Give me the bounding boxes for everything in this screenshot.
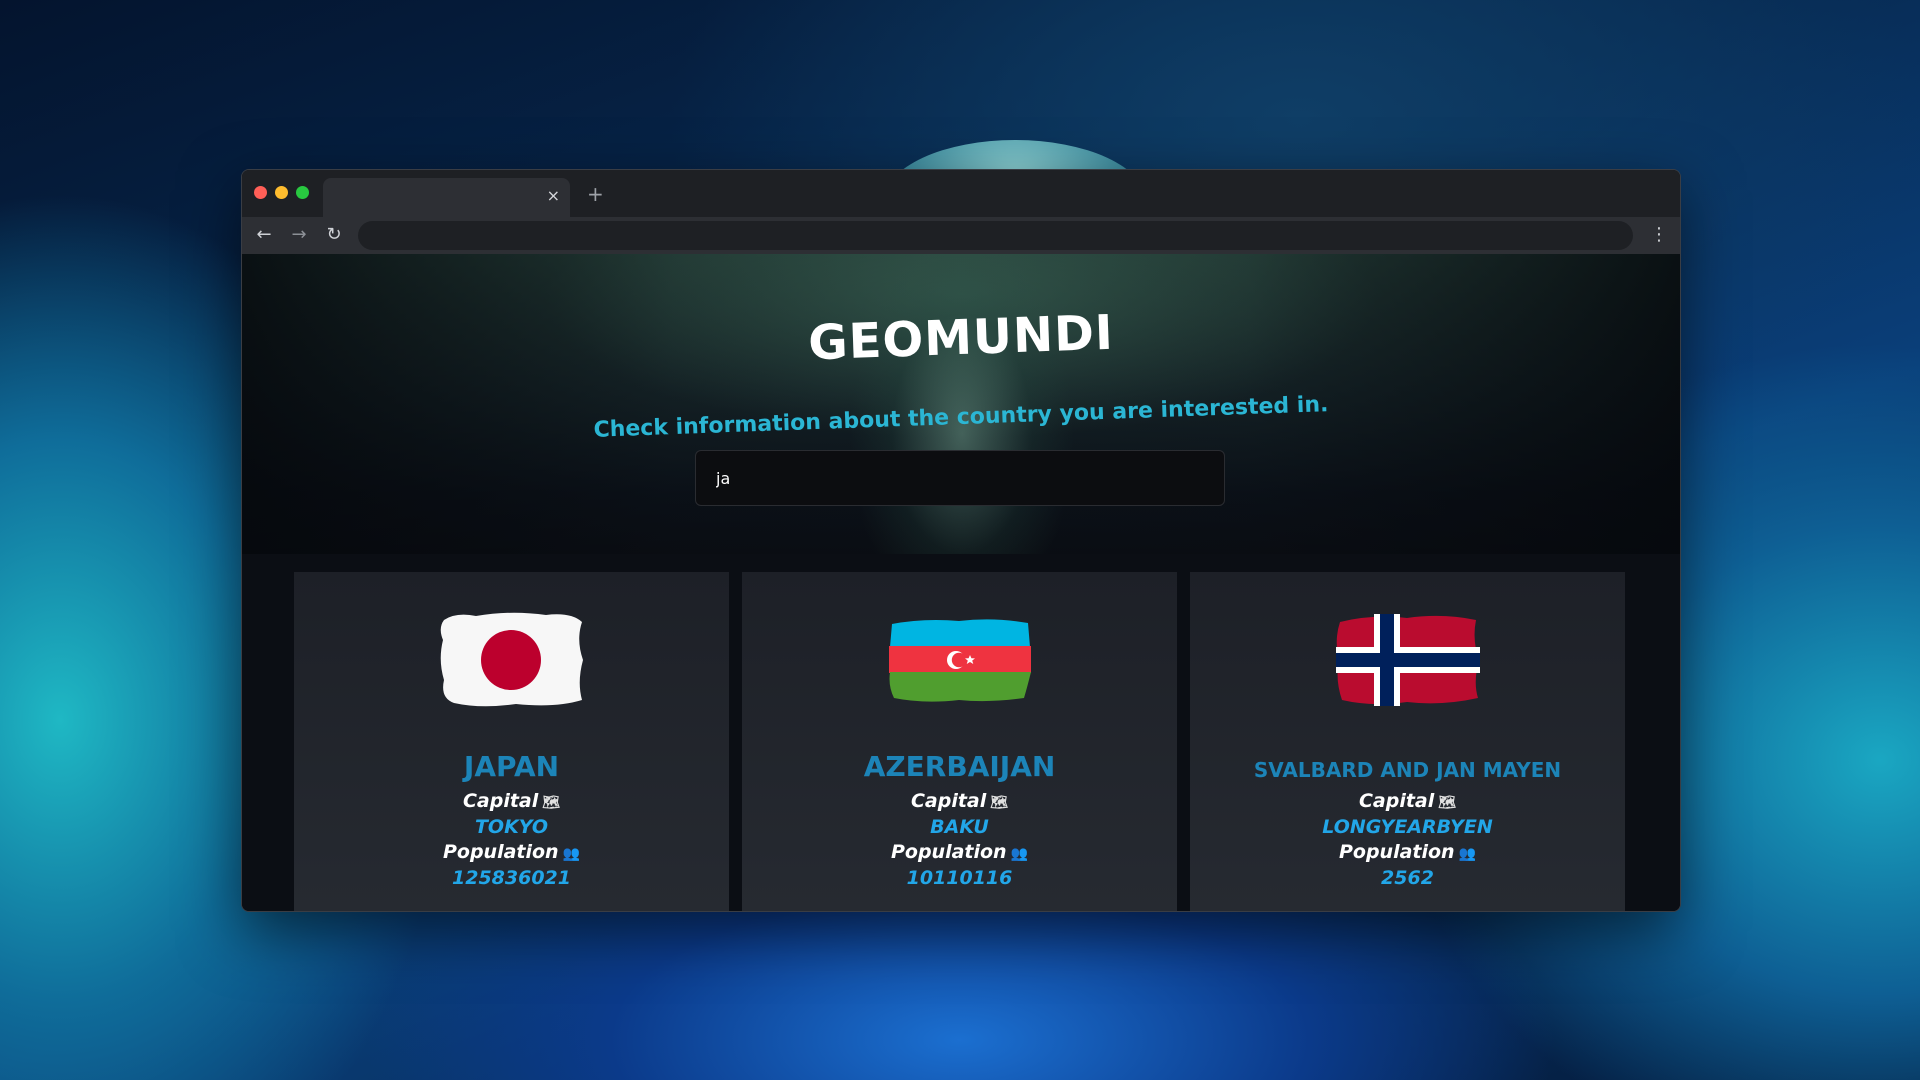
back-arrow-icon[interactable]: ← — [252, 223, 276, 247]
kebab-menu-icon[interactable]: ⋮ — [1650, 223, 1668, 247]
country-name: AZERBAIJAN — [863, 750, 1056, 783]
country-card-svalbard-and-jan-mayen[interactable]: SVALBARD AND JAN MAYEN Capital 🗺 LONGYEAR… — [1190, 572, 1625, 911]
browser-toolbar: ← → ↻ ⋮ — [242, 217, 1680, 254]
people-icon: 👥 — [562, 846, 581, 862]
people-icon: 👥 — [1010, 846, 1029, 862]
population-label: Population 👥 — [1338, 841, 1477, 863]
japan-flag-image — [440, 612, 583, 707]
close-window-button[interactable] — [254, 186, 267, 199]
browser-window: × + ← → ↻ ⋮ GEOMUNDI Check information a… — [241, 169, 1681, 912]
capital-label: Capital 🗺 — [1358, 790, 1457, 812]
country-name: JAPAN — [463, 750, 560, 783]
map-icon: 🗺 — [1438, 795, 1457, 811]
country-cards: JAPAN Capital 🗺 TOKYO Population 👥 1258360… — [294, 572, 1630, 911]
page-content: GEOMUNDI Check information about the cou… — [242, 254, 1680, 911]
capital-value: LONGYEARBYEN — [1322, 816, 1493, 838]
capital-value: BAKU — [930, 816, 989, 838]
browser-tab[interactable]: × — [323, 178, 570, 217]
population-label: Population 👥 — [890, 841, 1029, 863]
population-value: 10110116 — [906, 867, 1013, 889]
new-tab-icon[interactable]: + — [587, 182, 604, 206]
search-input[interactable] — [695, 450, 1225, 506]
country-card-azerbaijan[interactable]: AZERBAIJAN Capital 🗺 BAKU Population 👥 101… — [742, 572, 1177, 911]
capital-label: Capital 🗺 — [462, 790, 561, 812]
minimize-window-button[interactable] — [275, 186, 288, 199]
country-name: SVALBARD AND JAN MAYEN — [1253, 758, 1562, 782]
azerbaijan-flag-image — [889, 619, 1031, 702]
population-value: 2562 — [1381, 867, 1434, 889]
forward-arrow-icon[interactable]: → — [287, 223, 311, 247]
capital-label: Capital 🗺 — [910, 790, 1009, 812]
tab-close-icon[interactable]: × — [547, 186, 560, 206]
browser-titlebar: × + — [242, 170, 1680, 217]
country-card-japan[interactable]: JAPAN Capital 🗺 TOKYO Population 👥 1258360… — [294, 572, 729, 911]
map-icon: 🗺 — [990, 795, 1009, 811]
population-value: 125836021 — [452, 867, 571, 889]
address-bar[interactable] — [358, 221, 1633, 250]
norway-flag-image — [1336, 614, 1480, 706]
people-icon: 👥 — [1458, 846, 1477, 862]
capital-value: TOKYO — [474, 816, 549, 838]
maximize-window-button[interactable] — [296, 186, 309, 199]
map-icon: 🗺 — [542, 795, 561, 811]
reload-icon[interactable]: ↻ — [322, 223, 346, 247]
population-label: Population 👥 — [442, 841, 581, 863]
